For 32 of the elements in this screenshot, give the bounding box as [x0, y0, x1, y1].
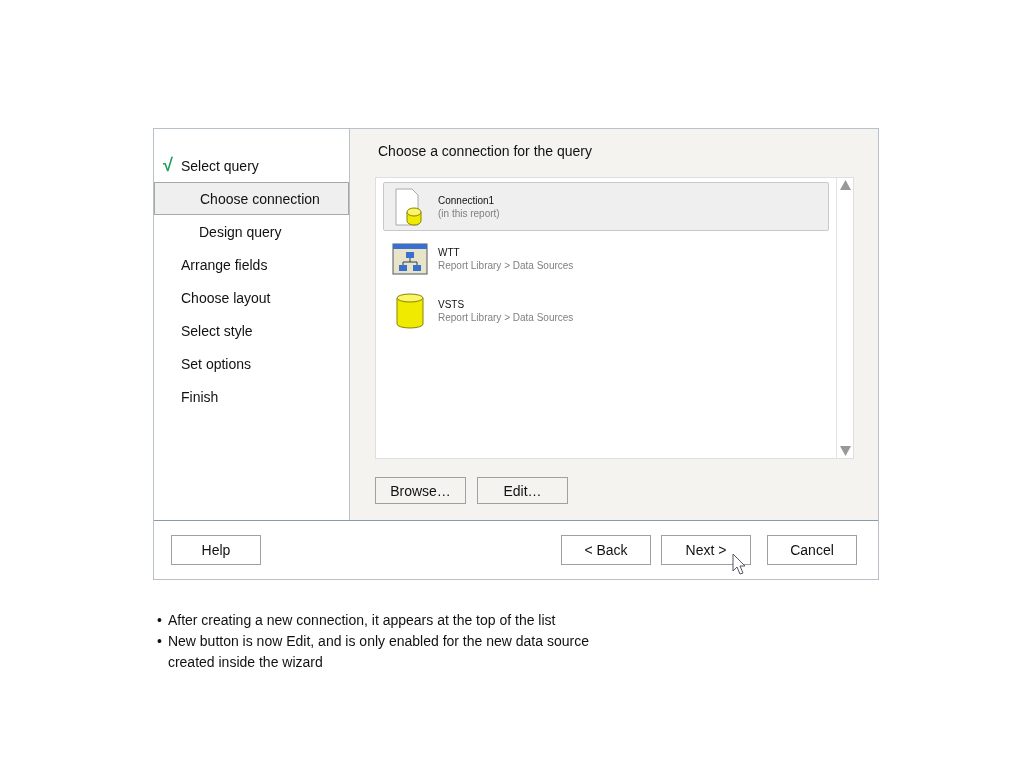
connection-item[interactable]: VSTS Report Library > Data Sources	[383, 286, 829, 335]
help-button[interactable]: Help	[171, 535, 261, 565]
mouse-cursor-icon	[732, 553, 746, 575]
scroll-up-icon[interactable]	[839, 180, 851, 190]
wizard-step[interactable]: Finish	[154, 380, 349, 413]
connection-location: Report Library > Data Sources	[438, 259, 574, 271]
wizard-step[interactable]: Choose layout	[154, 281, 349, 314]
connection-location: Report Library > Data Sources	[438, 311, 574, 323]
connection-location: (in this report)	[438, 207, 500, 219]
wizard-nav-button[interactable]: Cancel	[767, 535, 857, 565]
list-action-button[interactable]: Browse…	[375, 477, 466, 504]
connection-name: VSTS	[438, 298, 466, 310]
wizard-step[interactable]: Design query	[154, 215, 349, 248]
scroll-down-icon[interactable]	[839, 446, 851, 456]
connection-name: WTT	[438, 246, 461, 258]
wizard-step[interactable]: Choose connection	[154, 182, 349, 215]
wizard-nav-button[interactable]: Next >	[661, 535, 751, 565]
wizard-step[interactable]: Select style	[154, 314, 349, 347]
wizard-step[interactable]: Select query	[181, 149, 259, 182]
wizard-nav-button[interactable]: < Back	[561, 535, 651, 565]
connection-item[interactable]: Connection1 (in this report)	[383, 182, 829, 231]
bullet: •	[157, 611, 162, 630]
list-action-button[interactable]: Edit…	[477, 477, 568, 504]
page-heading: Choose a connection for the query	[378, 143, 594, 159]
note-text: New button is now Edit, and is only enabled for the new data source created inside the wizard	[167, 632, 590, 672]
wizard-step[interactable]: Set options	[154, 347, 349, 380]
note-text: After creating a new connection, it appears at the top of the list	[167, 611, 556, 630]
connection-name: Connection1	[438, 194, 496, 206]
check-mark: √	[163, 155, 174, 176]
connection-item[interactable]: WTT Report Library > Data Sources	[383, 234, 829, 283]
bullet: •	[157, 632, 162, 651]
wizard-step[interactable]: Arrange fields	[154, 248, 349, 281]
